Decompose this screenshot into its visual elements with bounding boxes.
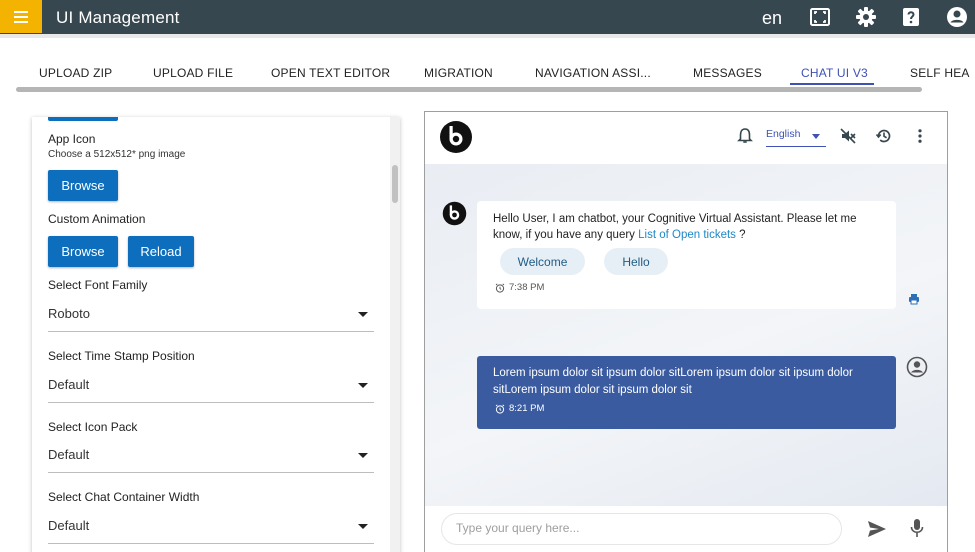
tab-migration[interactable]: MIGRATION [424, 66, 493, 80]
font-family-select[interactable]: Roboto [48, 298, 374, 332]
history-icon [875, 129, 891, 143]
user-message-time: 8:21 PM [509, 403, 545, 414]
ui-management-page: UI Management en UPLOAD ZIP UPLOAD FILE … [0, 0, 975, 552]
header-divider [0, 34, 975, 38]
account-button[interactable] [946, 6, 968, 28]
timestamp-position-select[interactable]: Default [48, 369, 374, 403]
help-button[interactable] [900, 6, 922, 28]
timestamp-position-label: Select Time Stamp Position [48, 349, 195, 363]
tab-upload-file[interactable]: UPLOAD FILE [153, 66, 233, 80]
chat-language-select[interactable]: English [766, 126, 826, 147]
mute-button[interactable] [839, 127, 857, 145]
config-panel: App Icon Choose a 512x512* png image Bro… [32, 117, 400, 552]
open-tickets-link[interactable]: List of Open tickets [638, 229, 736, 241]
tab-open-text-editor[interactable]: OPEN TEXT EDITOR [271, 66, 390, 80]
font-family-label: Select Font Family [48, 278, 148, 292]
tab-self-healing[interactable]: SELF HEA [910, 66, 970, 80]
custom-animation-label: Custom Animation [48, 212, 146, 226]
user-message-bubble: Lorem ipsum dolor sit ipsum dolor sitLor… [477, 356, 896, 429]
chat-query-field[interactable] [441, 513, 842, 545]
tab-messages[interactable]: MESSAGES [693, 66, 762, 80]
chat-container-width-value: Default [48, 518, 90, 533]
bot-avatar-icon [442, 201, 467, 226]
icon-pack-select[interactable]: Default [48, 439, 374, 473]
chat-query-input[interactable] [456, 521, 826, 535]
animation-browse-button[interactable]: Browse [48, 236, 118, 267]
animation-reload-button[interactable]: Reload [128, 236, 194, 267]
quick-reply-hello[interactable]: Hello [604, 248, 668, 275]
user-message-text: Lorem ipsum dolor sit ipsum dolor sitLor… [493, 367, 853, 396]
language-selector[interactable]: en [762, 8, 782, 29]
bot-message-bubble: Hello User, I am chatbot, your Cognitive… [477, 201, 896, 309]
previous-browse-button[interactable] [48, 117, 118, 121]
fullscreen-icon [810, 8, 830, 26]
caret-down-icon [358, 453, 368, 458]
config-scrollbar-thumb[interactable] [392, 165, 398, 203]
chat-preview: English Hello User, I am chatbot, your C… [424, 111, 948, 552]
bot-logo-icon [440, 121, 472, 153]
chat-language-value: English [766, 128, 801, 140]
chat-header: English [425, 112, 947, 164]
history-button[interactable] [875, 127, 893, 145]
font-family-value: Roboto [48, 306, 90, 321]
bot-message-text: Hello User, I am chatbot, your Cognitive… [493, 211, 885, 243]
bot-message-timestamp: 7:38 PM [495, 282, 544, 293]
mute-icon [840, 128, 856, 144]
more-options-button[interactable] [911, 127, 929, 145]
notifications-button[interactable] [736, 127, 754, 145]
app-title: UI Management [56, 8, 180, 27]
send-icon[interactable] [867, 520, 887, 538]
caret-down-icon [358, 383, 368, 388]
caret-down-icon [812, 134, 820, 139]
menu-button[interactable] [0, 0, 42, 33]
top-app-bar: UI Management en [0, 0, 975, 34]
tab-scrollbar[interactable] [16, 87, 922, 92]
user-avatar-icon [906, 356, 928, 378]
bot-message-time: 7:38 PM [509, 282, 545, 293]
fullscreen-button[interactable] [809, 6, 831, 28]
settings-button[interactable] [855, 6, 877, 28]
user-message-timestamp: 8:21 PM [495, 403, 544, 414]
app-icon-hint: Choose a 512x512* png image [48, 149, 186, 160]
alarm-clock-icon [495, 283, 505, 293]
more-vert-icon [918, 129, 922, 143]
settings-icon [856, 7, 876, 27]
tab-chat-ui-v3[interactable]: CHAT UI V3 [801, 66, 868, 80]
tab-upload-zip[interactable]: UPLOAD ZIP [39, 66, 112, 80]
caret-down-icon [358, 524, 368, 529]
timestamp-position-value: Default [48, 377, 90, 392]
caret-down-icon [358, 312, 368, 317]
chat-input-bar [425, 506, 947, 552]
bot-message-suffix: ? [735, 229, 746, 241]
account-icon [947, 7, 967, 27]
app-icon-label: App Icon [48, 132, 96, 146]
icon-pack-label: Select Icon Pack [48, 420, 138, 434]
alarm-clock-icon [495, 404, 505, 414]
quick-reply-welcome[interactable]: Welcome [500, 248, 585, 275]
microphone-icon[interactable] [909, 518, 925, 538]
active-tab-indicator [790, 83, 874, 85]
print-icon[interactable] [908, 293, 920, 305]
menu-icon [14, 10, 28, 23]
tab-navigation-assistant[interactable]: NAVIGATION ASSI... [535, 66, 651, 80]
app-icon-browse-button[interactable]: Browse [48, 170, 118, 201]
bell-icon [737, 128, 753, 143]
help-icon [903, 8, 919, 26]
icon-pack-value: Default [48, 447, 90, 462]
chat-container-width-select[interactable]: Default [48, 510, 374, 544]
chat-container-width-label: Select Chat Container Width [48, 490, 200, 504]
